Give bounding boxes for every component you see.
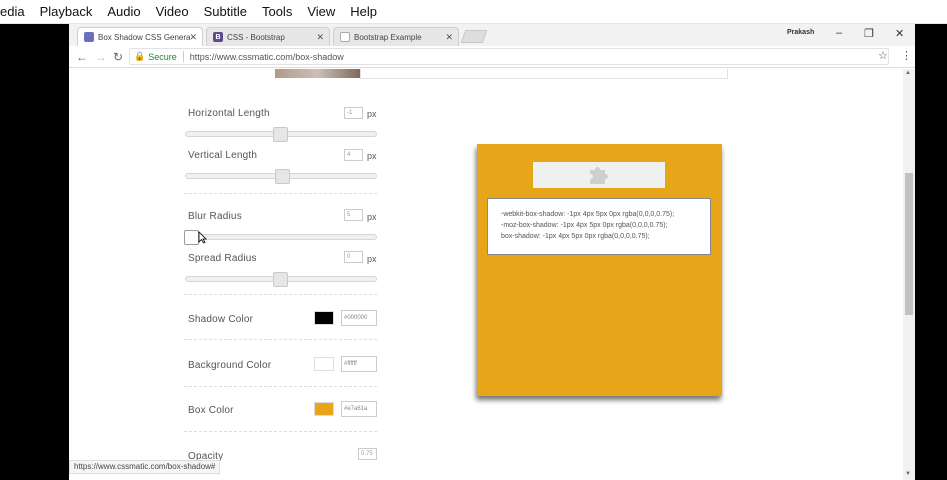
box-color-input[interactable]: #e7a61a (341, 401, 377, 417)
tab-css-bootstrap[interactable]: B CSS - Bootstrap ✕ (206, 27, 330, 46)
mouse-cursor-icon (198, 231, 207, 244)
menu-subtitle[interactable]: Subtitle (204, 4, 247, 19)
reload-icon[interactable]: ↻ (113, 50, 123, 64)
close-window-icon[interactable]: ✕ (895, 27, 904, 40)
url-text: https://www.cssmatic.com/box-shadow (189, 51, 344, 62)
menu-audio[interactable]: Audio (107, 4, 140, 19)
forward-icon[interactable]: → (95, 50, 107, 64)
tab-label: CSS - Bootstrap (227, 32, 285, 42)
browser-toolbar: ← → ↻ 🔒 Secure https://www.cssmatic.com/… (69, 46, 915, 68)
tab-close-icon[interactable]: ✕ (445, 32, 453, 43)
menu-tools[interactable]: Tools (262, 4, 292, 19)
section-divider (184, 193, 377, 194)
bookmark-star-icon[interactable]: ☆ (878, 49, 888, 62)
blur-radius-slider[interactable] (185, 234, 377, 240)
background-color-input[interactable]: #ffffff (341, 356, 377, 372)
omnibox-separator (182, 51, 184, 62)
address-bar[interactable]: 🔒 Secure https://www.cssmatic.com/box-sh… (129, 48, 889, 65)
horizontal-length-input[interactable]: -1 (344, 107, 363, 119)
page-favicon-icon (84, 32, 94, 42)
background-color-label: Background Color (188, 360, 272, 371)
lock-icon: 🔒 (134, 51, 146, 61)
secure-label: Secure (148, 51, 177, 62)
blur-radius-label: Blur Radius (188, 211, 242, 222)
profile-name[interactable]: Prakash (787, 29, 814, 36)
spread-slider-handle[interactable] (273, 272, 288, 287)
blur-slider-handle[interactable] (184, 230, 199, 245)
menu-view[interactable]: View (307, 4, 335, 19)
page-scrollbar[interactable]: ▲ ▼ (903, 69, 915, 480)
horizontal-unit: px (367, 109, 377, 119)
preview-box: -webkit-box-shadow: -1px 4px 5px 0px rgb… (477, 144, 722, 396)
link-status-bubble: https://www.cssmatic.com/box-shadow# (69, 460, 221, 474)
page-viewport: Horizontal Length -1 px Vertical Length … (69, 69, 915, 480)
document-favicon-icon (340, 32, 350, 42)
box-color-label: Box Color (188, 405, 234, 416)
back-icon[interactable]: ← (76, 50, 88, 64)
header-image (275, 69, 360, 78)
tab-box-shadow[interactable]: Box Shadow CSS Genera ✕ (77, 27, 203, 46)
code-line-moz: -moz-box-shadow: -1px 4px 5px 0px rgba(0… (501, 222, 668, 229)
menu-dots-icon[interactable]: ⋮ (901, 49, 912, 62)
spread-unit: px (367, 254, 377, 264)
background-color-swatch[interactable] (314, 357, 334, 371)
vertical-length-label: Vertical Length (188, 150, 258, 161)
menu-media[interactable]: edia (0, 4, 25, 19)
shadow-color-swatch[interactable] (314, 311, 334, 325)
section-divider (184, 339, 377, 340)
shadow-color-input[interactable]: #000000 (341, 310, 377, 326)
spread-radius-label: Spread Radius (188, 253, 257, 264)
opacity-input[interactable]: 0.75 (358, 448, 377, 460)
horizontal-length-label: Horizontal Length (188, 108, 270, 119)
code-line-standard: box-shadow: -1px 4px 5px 0px rgba(0,0,0,… (501, 233, 650, 240)
new-tab-button[interactable] (460, 30, 488, 43)
vertical-length-input[interactable]: 4 (344, 149, 363, 161)
tab-strip: Box Shadow CSS Genera ✕ B CSS - Bootstra… (69, 24, 915, 46)
horizontal-slider-handle[interactable] (273, 127, 288, 142)
scroll-up-icon[interactable]: ▲ (905, 70, 911, 76)
blur-radius-input[interactable]: 5 (344, 209, 363, 221)
code-line-webkit: -webkit-box-shadow: -1px 4px 5px 0px rgb… (501, 211, 675, 218)
player-menubar: edia Playback Audio Video Subtitle Tools… (0, 0, 947, 24)
blur-unit: px (367, 212, 377, 222)
css-code-output[interactable]: -webkit-box-shadow: -1px 4px 5px 0px rgb… (487, 198, 711, 255)
tab-close-icon[interactable]: ✕ (316, 32, 324, 43)
tab-label: Bootstrap Example (354, 32, 422, 42)
preview-image-placeholder (533, 162, 665, 188)
shadow-color-label: Shadow Color (188, 314, 254, 325)
scroll-down-icon[interactable]: ▼ (905, 471, 911, 477)
section-divider (184, 386, 377, 387)
vertical-slider-handle[interactable] (275, 169, 290, 184)
scroll-thumb[interactable] (905, 173, 913, 315)
browser-window: Box Shadow CSS Genera ✕ B CSS - Bootstra… (69, 24, 915, 480)
header-panel (360, 69, 728, 79)
restore-icon[interactable]: ❐ (864, 27, 874, 40)
tab-label: Box Shadow CSS Genera (98, 32, 191, 42)
menu-playback[interactable]: Playback (40, 4, 93, 19)
vertical-unit: px (367, 151, 377, 161)
menu-video[interactable]: Video (156, 4, 189, 19)
tab-close-icon[interactable]: ✕ (189, 32, 197, 43)
bootstrap-favicon-icon: B (213, 32, 223, 42)
minimize-icon[interactable]: – (836, 27, 842, 39)
spread-radius-input[interactable]: 0 (344, 251, 363, 263)
section-divider (184, 294, 377, 295)
puzzle-piece-icon (590, 167, 608, 184)
video-area: Box Shadow CSS Genera ✕ B CSS - Bootstra… (0, 24, 947, 480)
menu-help[interactable]: Help (350, 4, 377, 19)
box-color-swatch[interactable] (314, 402, 334, 416)
section-divider (184, 431, 377, 432)
tab-bootstrap-example[interactable]: Bootstrap Example ✕ (333, 27, 459, 46)
